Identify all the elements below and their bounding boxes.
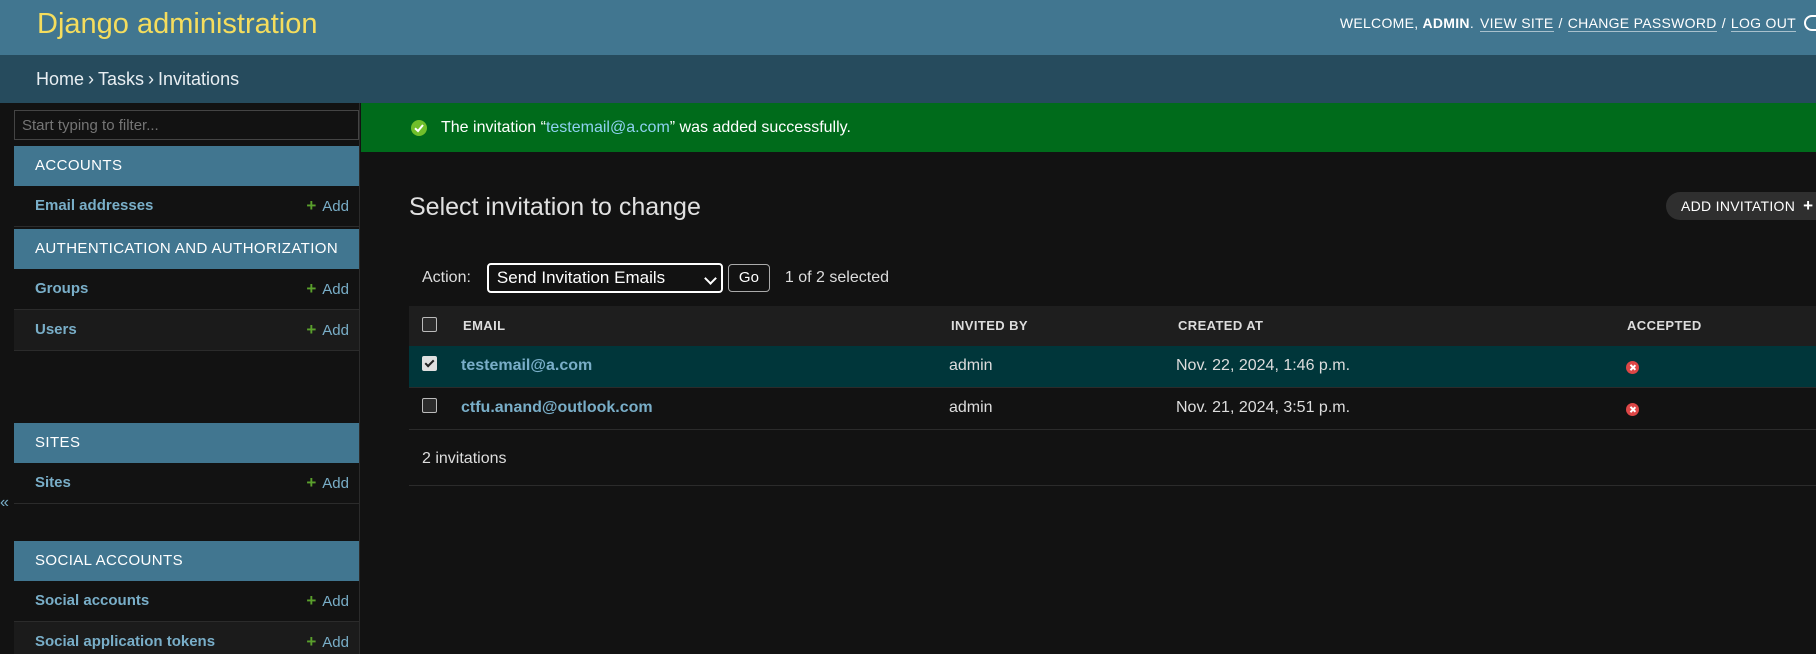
- column-header-created-at[interactable]: CREATED AT: [1178, 306, 1263, 346]
- plus-icon: +: [306, 632, 317, 651]
- add-link[interactable]: + Add: [306, 581, 349, 622]
- message-link[interactable]: testemail@a.com: [546, 119, 670, 136]
- action-select[interactable]: Send Invitation Emails: [486, 263, 723, 293]
- model-link[interactable]: Users: [35, 310, 77, 350]
- sidebar-item-email-addresses: Email addresses + Add: [14, 186, 359, 227]
- module-caption[interactable]: ACCOUNTS: [14, 146, 359, 186]
- plus-icon: +: [306, 591, 317, 610]
- message-text: The invitation “testemail@a.com” was add…: [441, 118, 851, 136]
- module-social-accounts: SOCIAL ACCOUNTS Social accounts + Add Soc…: [14, 541, 359, 654]
- change-password-link[interactable]: CHANGE PASSWORD: [1567, 15, 1717, 32]
- not-accepted-icon: [1626, 361, 1639, 375]
- module-accounts: ACCOUNTS Email addresses + Add: [14, 146, 359, 227]
- module-caption[interactable]: SOCIAL ACCOUNTS: [14, 541, 359, 581]
- sidebar-item-groups: Groups + Add: [14, 269, 359, 310]
- model-link[interactable]: Email addresses: [35, 186, 153, 226]
- add-link[interactable]: + Add: [306, 269, 349, 310]
- module-auth: AUTHENTICATION AND AUTHORIZATION Groups …: [14, 229, 359, 351]
- model-link[interactable]: Sites: [35, 463, 71, 503]
- nav-sidebar: ACCOUNTS Email addresses +Add AUTHENTICA…: [14, 103, 360, 654]
- separator: /: [1721, 15, 1726, 31]
- actions-bar: Action: Send Invitation Emails Go 1 of 2…: [409, 262, 1816, 294]
- email-link[interactable]: ctfu.anand@outlook.com: [461, 388, 653, 428]
- site-header: Django administration WELCOME, ADMIN. VI…: [0, 0, 1816, 55]
- created-at: Nov. 21, 2024, 3:51 p.m.: [1176, 399, 1351, 416]
- add-link[interactable]: + Add: [306, 622, 349, 654]
- email-link[interactable]: testemail@a.com: [461, 346, 592, 386]
- separator: /: [1558, 15, 1563, 31]
- breadcrumb-tasks[interactable]: Tasks: [98, 69, 144, 89]
- table-row: ctfu.anand@outlook.com admin Nov. 21, 20…: [409, 388, 1816, 430]
- theme-toggle-icon[interactable]: [1804, 15, 1816, 31]
- column-header-email[interactable]: EMAIL: [463, 306, 505, 346]
- go-button[interactable]: Go: [727, 264, 770, 292]
- plus-icon: +: [306, 279, 317, 298]
- success-check-icon: [411, 120, 427, 136]
- not-accepted-icon: [1626, 403, 1639, 417]
- nav-filter-input[interactable]: [14, 110, 359, 140]
- view-site-link[interactable]: VIEW SITE: [1480, 15, 1554, 32]
- plus-icon: +: [306, 473, 317, 492]
- module-sites: SITES Sites + Add: [14, 423, 359, 504]
- sidebar-collapse-toggle[interactable]: «: [0, 494, 9, 512]
- paginator: 2 invitations: [409, 436, 1816, 486]
- column-header-accepted[interactable]: ACCEPTED: [1627, 306, 1702, 346]
- add-link[interactable]: + Add: [306, 186, 349, 227]
- selected-count: 1 of 2 selected: [784, 269, 889, 286]
- row-checkbox[interactable]: [422, 356, 437, 372]
- select-all-checkbox[interactable]: [422, 317, 437, 333]
- table-row: testemail@a.com admin Nov. 22, 2024, 1:4…: [409, 346, 1816, 388]
- module-caption[interactable]: SITES: [14, 423, 359, 463]
- sidebar-item-users: Users + Add: [14, 310, 359, 351]
- chevron-down-icon: [704, 272, 717, 285]
- column-header-invited-by[interactable]: INVITED BY: [951, 306, 1028, 346]
- log-out-link[interactable]: LOG OUT: [1730, 15, 1796, 32]
- model-link[interactable]: Groups: [35, 269, 88, 309]
- add-invitation-button[interactable]: ADD INVITATION +: [1666, 192, 1816, 220]
- site-title[interactable]: Django administration: [37, 8, 317, 41]
- sidebar-item-social-accounts: Social accounts + Add: [14, 581, 359, 622]
- plus-icon: +: [1803, 196, 1814, 215]
- row-checkbox[interactable]: [422, 398, 437, 414]
- results-table: EMAIL INVITED BY CREATED AT ACCEPTED tes…: [409, 306, 1816, 430]
- add-link[interactable]: + Add: [306, 310, 349, 351]
- page-title: Select invitation to change: [409, 193, 701, 221]
- invited-by: admin: [949, 357, 993, 374]
- module-caption[interactable]: AUTHENTICATION AND AUTHORIZATION: [14, 229, 359, 269]
- table-header: EMAIL INVITED BY CREATED AT ACCEPTED: [409, 306, 1816, 346]
- sidebar-item-social-application-tokens: Social application tokens + Add: [14, 622, 359, 654]
- success-message: The invitation “testemail@a.com” was add…: [361, 103, 1816, 152]
- created-at: Nov. 22, 2024, 1:46 p.m.: [1176, 357, 1351, 374]
- model-link[interactable]: Social accounts: [35, 581, 149, 621]
- breadcrumb-invitations: Invitations: [158, 69, 240, 89]
- username: ADMIN: [1422, 15, 1470, 31]
- plus-icon: +: [306, 320, 317, 339]
- model-link[interactable]: Social application tokens: [35, 622, 215, 654]
- sidebar-item-sites: Sites + Add: [14, 463, 359, 504]
- plus-icon: +: [306, 196, 317, 215]
- breadcrumb: Home › Tasks › Invitations: [0, 55, 1816, 103]
- action-label: Action:: [422, 269, 471, 286]
- user-tools: WELCOME, ADMIN. VIEW SITE / CHANGE PASSW…: [1340, 13, 1816, 33]
- add-link[interactable]: + Add: [306, 463, 349, 504]
- welcome-text: WELCOME,: [1339, 15, 1419, 31]
- invited-by: admin: [949, 399, 993, 416]
- breadcrumb-home[interactable]: Home: [36, 69, 84, 89]
